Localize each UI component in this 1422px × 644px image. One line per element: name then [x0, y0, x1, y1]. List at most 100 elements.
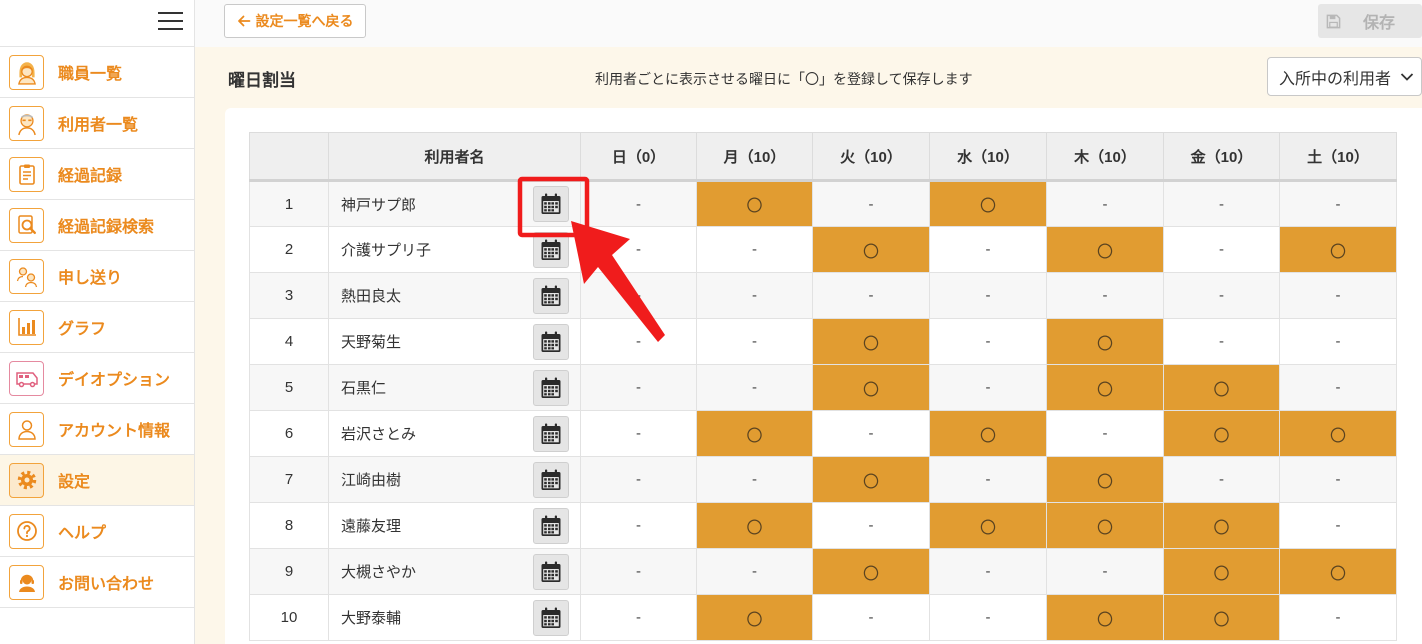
day-cell-sat[interactable]: - — [1279, 456, 1397, 503]
day-cell-mon[interactable]: - — [696, 364, 813, 411]
day-cell-sun[interactable]: - — [580, 272, 697, 319]
day-cell-fri[interactable]: 〇 — [1163, 594, 1280, 641]
day-cell-wed[interactable]: - — [929, 318, 1047, 365]
calendar-button[interactable] — [533, 231, 569, 268]
sidebar-item-progress-record-search[interactable]: 経過記録検索 — [0, 200, 194, 251]
day-cell-mon[interactable]: - — [696, 456, 813, 503]
day-cell-fri[interactable]: - — [1163, 226, 1280, 273]
day-cell-sun[interactable]: - — [580, 364, 697, 411]
day-cell-wed[interactable]: - — [929, 594, 1047, 641]
day-cell-sat[interactable]: - — [1279, 502, 1397, 549]
back-to-settings-button[interactable]: 設定一覧へ戻る — [224, 4, 366, 38]
day-cell-thu[interactable]: - — [1046, 272, 1164, 319]
sidebar-item-contact[interactable]: お問い合わせ — [0, 557, 194, 608]
day-cell-thu[interactable]: 〇 — [1046, 502, 1164, 549]
day-cell-sat[interactable]: 〇 — [1279, 548, 1397, 595]
day-cell-wed[interactable]: 〇 — [929, 410, 1047, 457]
day-cell-sun[interactable]: - — [580, 180, 697, 227]
day-cell-tue[interactable]: 〇 — [812, 226, 930, 273]
day-cell-mon[interactable]: - — [696, 548, 813, 595]
day-cell-tue[interactable]: - — [812, 272, 930, 319]
day-cell-sat[interactable]: 〇 — [1279, 226, 1397, 273]
day-cell-wed[interactable]: - — [929, 456, 1047, 503]
day-cell-mon[interactable]: 〇 — [696, 410, 813, 457]
day-cell-thu[interactable]: 〇 — [1046, 456, 1164, 503]
day-cell-tue[interactable]: 〇 — [812, 318, 930, 365]
day-cell-sat[interactable]: - — [1279, 364, 1397, 411]
day-cell-thu[interactable]: - — [1046, 410, 1164, 457]
resident-filter-select[interactable]: 入所中の利用者 — [1267, 57, 1422, 96]
day-cell-thu[interactable]: 〇 — [1046, 226, 1164, 273]
sidebar-header — [0, 0, 194, 47]
day-cell-sun[interactable]: - — [580, 410, 697, 457]
day-cell-sun[interactable]: - — [580, 548, 697, 595]
hamburger-icon[interactable] — [158, 12, 183, 30]
sidebar-item-day-option[interactable]: デイオプション — [0, 353, 194, 404]
sidebar-item-settings[interactable]: 設定 — [0, 455, 194, 506]
day-cell-sun[interactable]: - — [580, 226, 697, 273]
day-cell-sat[interactable]: - — [1279, 594, 1397, 641]
day-cell-sun[interactable]: - — [580, 594, 697, 641]
calendar-button[interactable] — [533, 599, 569, 636]
day-cell-fri[interactable]: 〇 — [1163, 502, 1280, 549]
day-cell-sat[interactable]: - — [1279, 180, 1397, 227]
day-cell-tue[interactable]: 〇 — [812, 456, 930, 503]
calendar-button[interactable] — [533, 461, 569, 498]
day-cell-mon[interactable]: - — [696, 318, 813, 365]
day-cell-fri[interactable]: - — [1163, 272, 1280, 319]
sidebar-item-user-list[interactable]: 利用者一覧 — [0, 98, 194, 149]
day-cell-tue[interactable]: - — [812, 594, 930, 641]
calendar-button[interactable] — [533, 507, 569, 544]
day-cell-thu[interactable]: 〇 — [1046, 318, 1164, 365]
day-cell-wed[interactable]: - — [929, 364, 1047, 411]
sidebar-item-account-info[interactable]: アカウント情報 — [0, 404, 194, 455]
top-bar: 設定一覧へ戻る 保存 — [195, 0, 1422, 47]
calendar-button[interactable] — [533, 323, 569, 360]
day-cell-sat[interactable]: - — [1279, 318, 1397, 365]
day-cell-fri[interactable]: - — [1163, 318, 1280, 365]
day-cell-fri[interactable]: - — [1163, 180, 1280, 227]
day-cell-tue[interactable]: - — [812, 502, 930, 549]
user-name: 江崎由樹 — [341, 472, 402, 489]
save-button[interactable]: 保存 — [1318, 4, 1422, 38]
sidebar-item-handover[interactable]: 申し送り — [0, 251, 194, 302]
day-cell-tue[interactable]: - — [812, 410, 930, 457]
calendar-button[interactable] — [533, 415, 569, 452]
day-cell-fri[interactable]: 〇 — [1163, 364, 1280, 411]
calendar-button[interactable] — [533, 369, 569, 406]
day-cell-wed[interactable]: 〇 — [929, 502, 1047, 549]
sidebar-item-progress-record[interactable]: 経過記録 — [0, 149, 194, 200]
day-cell-wed[interactable]: 〇 — [929, 180, 1047, 227]
day-cell-thu[interactable]: - — [1046, 180, 1164, 227]
calendar-button[interactable] — [533, 553, 569, 590]
day-cell-sat[interactable]: 〇 — [1279, 410, 1397, 457]
sidebar-item-graph[interactable]: グラフ — [0, 302, 194, 353]
day-cell-tue[interactable]: 〇 — [812, 548, 930, 595]
day-cell-thu[interactable]: 〇 — [1046, 594, 1164, 641]
day-cell-fri[interactable]: 〇 — [1163, 410, 1280, 457]
sidebar-item-help[interactable]: ヘルプ — [0, 506, 194, 557]
day-cell-wed[interactable]: - — [929, 548, 1047, 595]
day-cell-tue[interactable]: 〇 — [812, 364, 930, 411]
day-cell-mon[interactable]: 〇 — [696, 180, 813, 227]
day-cell-wed[interactable]: - — [929, 226, 1047, 273]
day-cell-fri[interactable]: - — [1163, 456, 1280, 503]
calendar-button[interactable] — [533, 277, 569, 314]
day-cell-sat[interactable]: - — [1279, 272, 1397, 319]
user-name: 大野泰輔 — [341, 610, 402, 627]
day-cell-fri[interactable]: 〇 — [1163, 548, 1280, 595]
day-cell-sun[interactable]: - — [580, 318, 697, 365]
row-number: 4 — [249, 318, 329, 365]
day-cell-mon[interactable]: 〇 — [696, 594, 813, 641]
calendar-button[interactable] — [533, 186, 569, 222]
day-cell-thu[interactable]: - — [1046, 548, 1164, 595]
sidebar-item-staff-list[interactable]: 職員一覧 — [0, 47, 194, 98]
day-cell-mon[interactable]: 〇 — [696, 502, 813, 549]
day-cell-mon[interactable]: - — [696, 226, 813, 273]
day-cell-sun[interactable]: - — [580, 502, 697, 549]
day-cell-tue[interactable]: - — [812, 180, 930, 227]
day-cell-mon[interactable]: - — [696, 272, 813, 319]
day-cell-sun[interactable]: - — [580, 456, 697, 503]
day-cell-wed[interactable]: - — [929, 272, 1047, 319]
day-cell-thu[interactable]: 〇 — [1046, 364, 1164, 411]
